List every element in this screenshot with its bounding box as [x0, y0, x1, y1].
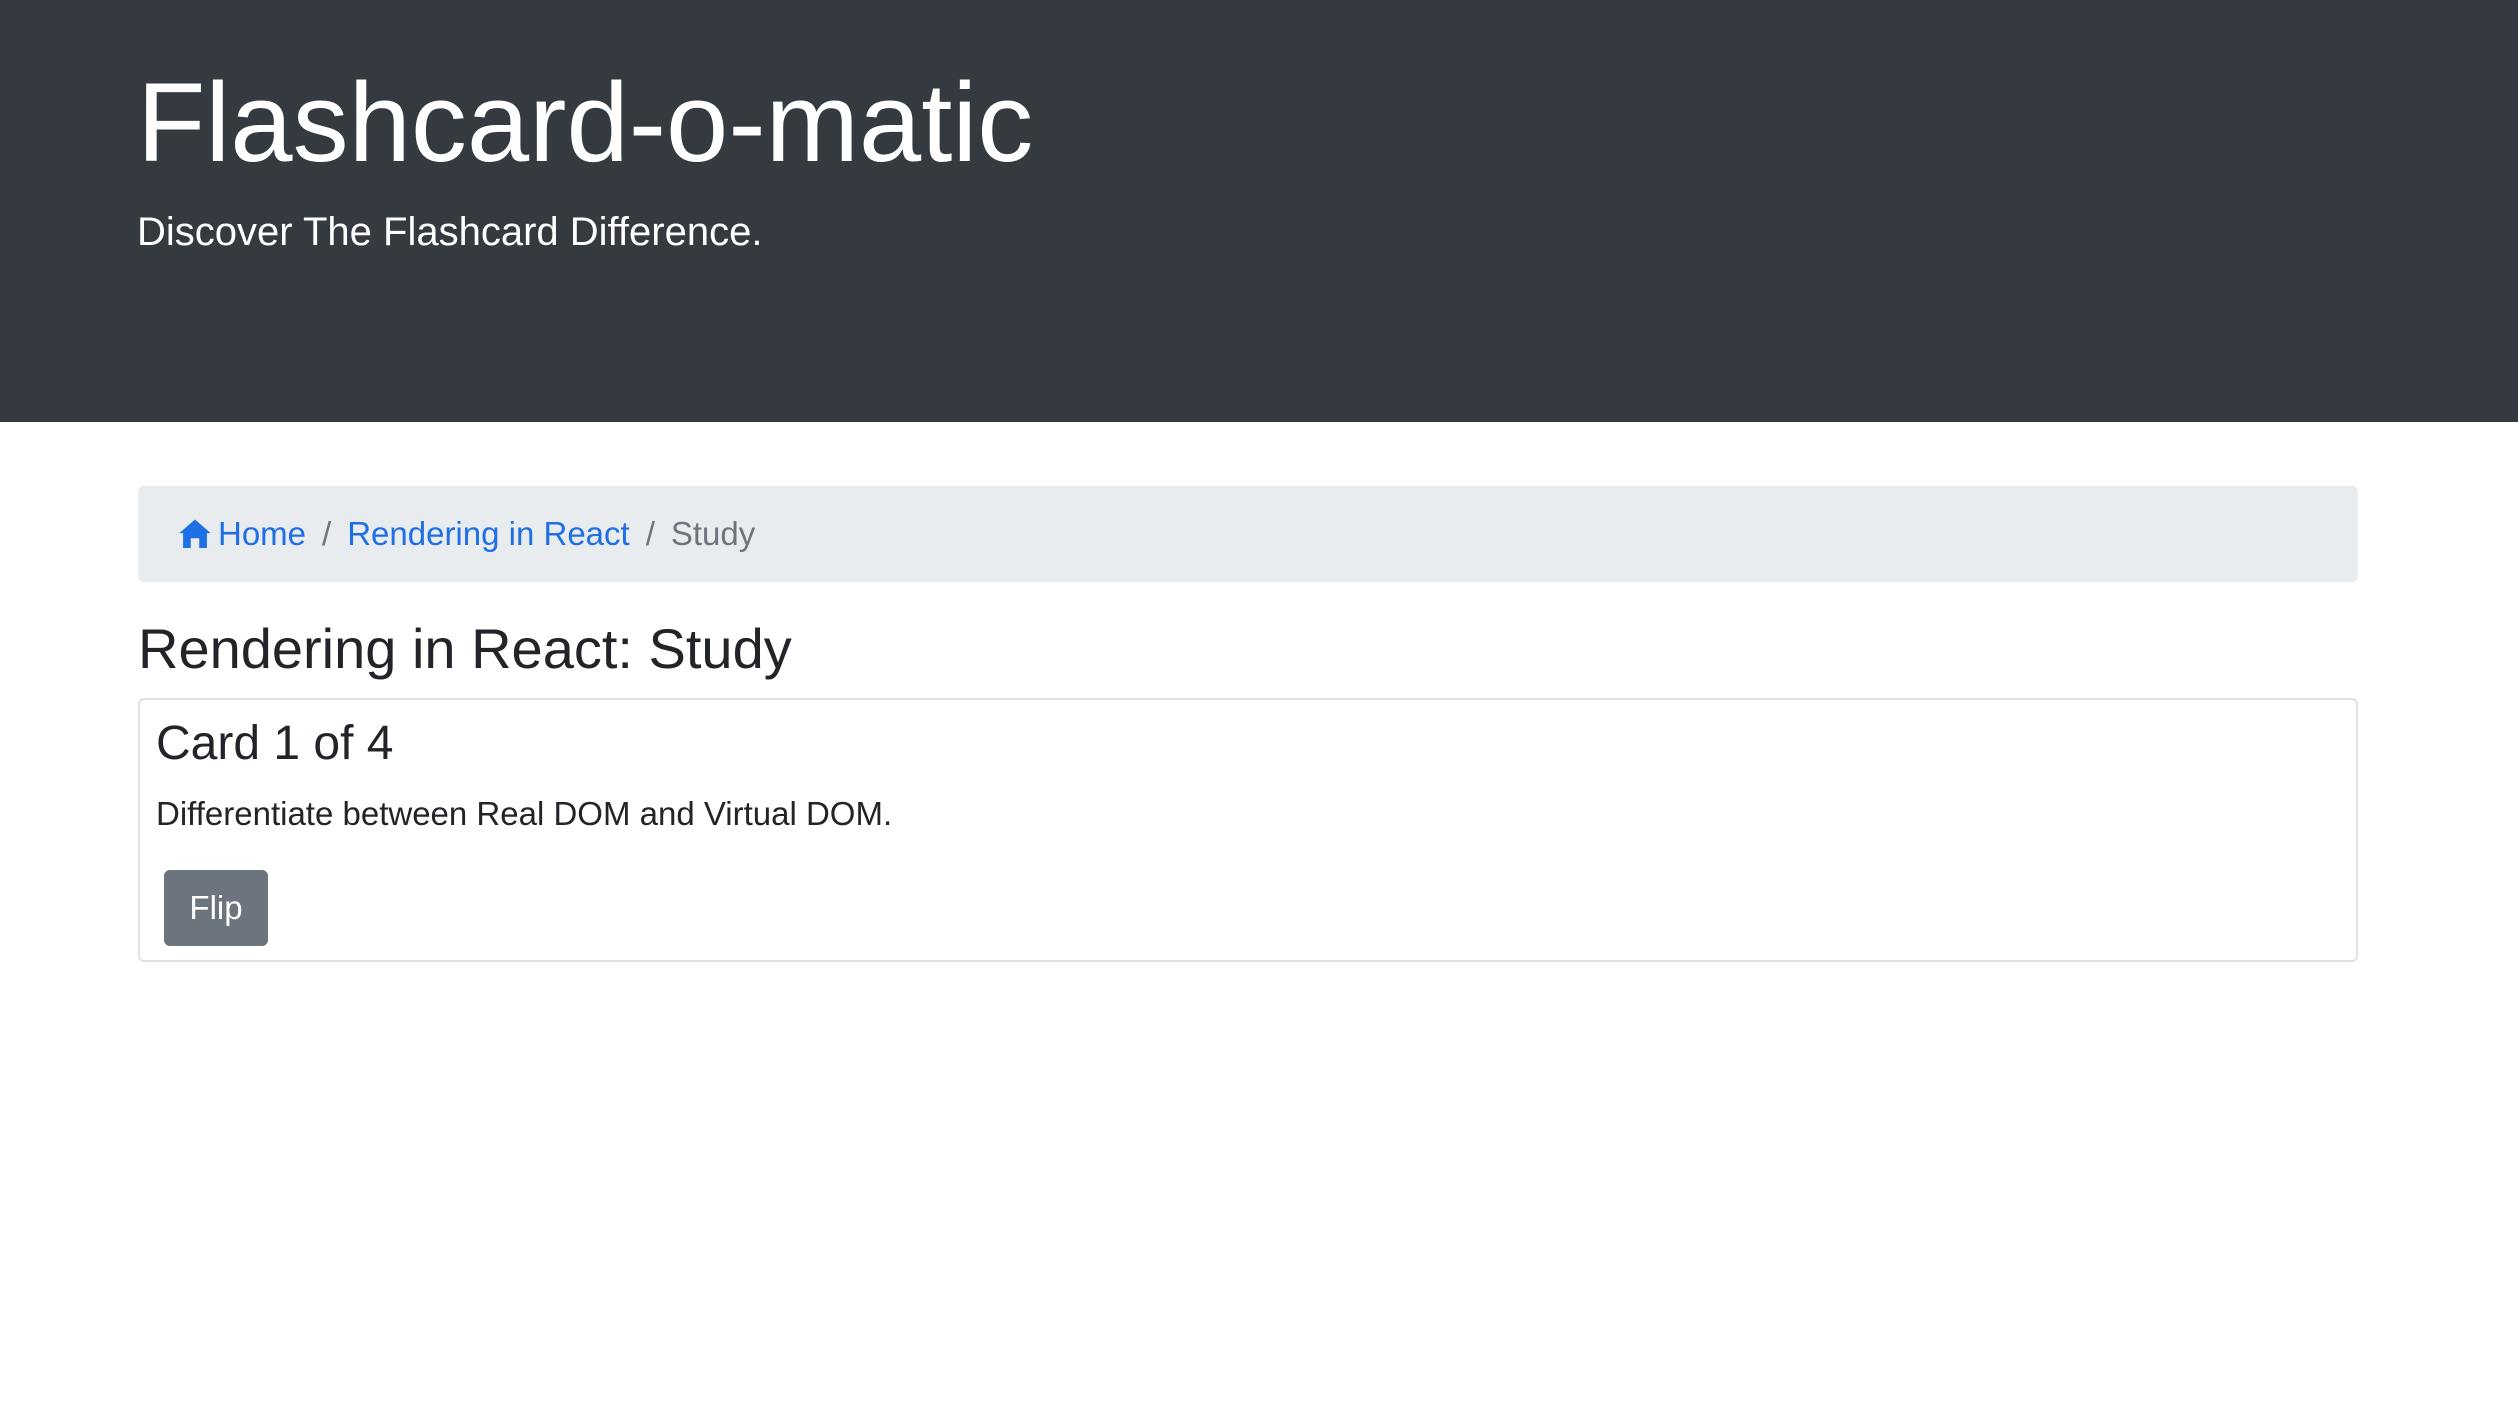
- breadcrumb-home-link[interactable]: Home: [178, 515, 306, 553]
- card-front-text: Differentiate between Real DOM and Virtu…: [156, 795, 893, 832]
- flip-button[interactable]: Flip: [164, 870, 268, 946]
- page-title: Rendering in React: Study: [138, 617, 792, 680]
- card-counter-title: Card 1 of 4: [156, 717, 394, 770]
- breadcrumb: Home / Rendering in React / Study: [138, 486, 2358, 582]
- breadcrumb-separator: /: [322, 515, 332, 552]
- study-card: Card 1 of 4 Differentiate between Real D…: [138, 698, 2358, 962]
- breadcrumb-home-label: Home: [218, 515, 307, 552]
- breadcrumb-deck-link[interactable]: Rendering in React: [347, 515, 630, 553]
- breadcrumb-separator: /: [645, 515, 655, 552]
- app-tagline: Discover The Flashcard Difference.: [137, 210, 763, 254]
- home-icon: [178, 517, 212, 551]
- header-jumbotron: Flashcard-o-matic Discover The Flashcard…: [0, 0, 2518, 422]
- breadcrumb-current: Study: [670, 515, 756, 552]
- app-title: Flashcard-o-matic: [137, 60, 1034, 185]
